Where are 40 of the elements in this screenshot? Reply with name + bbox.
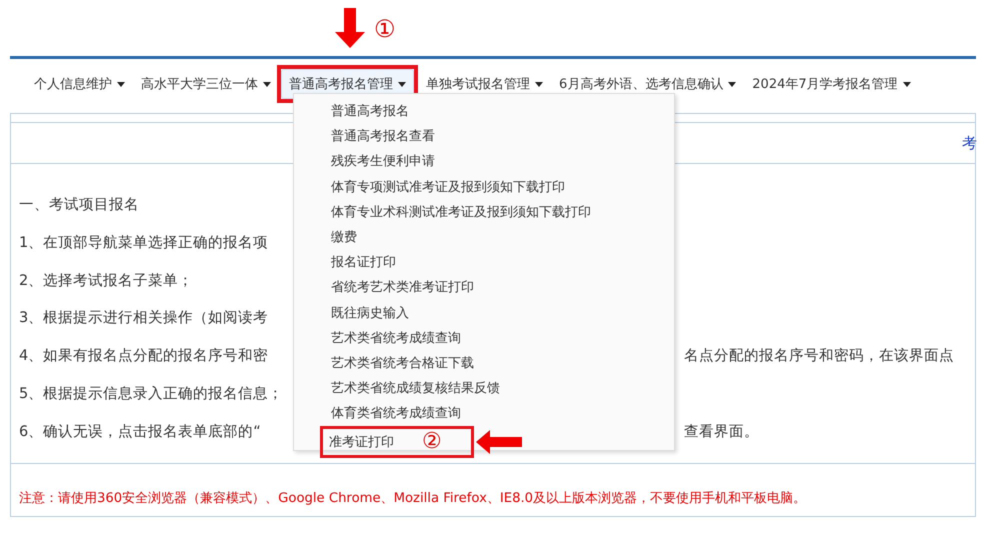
caret-icon bbox=[902, 82, 911, 86]
caret-icon bbox=[535, 82, 543, 86]
left-arrow-icon bbox=[476, 430, 522, 454]
instruction-text: 4、如果有报名点分配的报名序号和密 bbox=[19, 346, 270, 366]
nav-menu-item[interactable]: 6月高考外语、选考信息确认 bbox=[551, 69, 744, 99]
menu-item[interactable]: 残疾考生便利申请 bbox=[329, 149, 674, 175]
caret-icon bbox=[398, 82, 406, 86]
menu-item[interactable]: 艺术类省统考合格证下载 bbox=[329, 350, 674, 376]
menu-item[interactable]: 省统考艺术类准考证打印 bbox=[329, 275, 674, 300]
instruction-text: 查看界面。 bbox=[684, 422, 759, 441]
menu-item[interactable]: 艺术类省统考成绩查询 bbox=[329, 326, 674, 351]
instruction-text: 名点分配的报名序号和密码，在该界面点 bbox=[684, 346, 954, 366]
instruction-text: 5、根据提示信息录入正确的报名信息； bbox=[19, 384, 284, 403]
nav-menu-item[interactable]: 高水平大学三位一体 bbox=[133, 69, 279, 99]
menu-item[interactable]: 体育专业术科测试准考证及报到须知下载打印 bbox=[329, 200, 674, 225]
instruction-text: 6、确认无误，点击报名表单底部的“ bbox=[19, 422, 262, 441]
nav-menu-item[interactable]: 个人信息维护 bbox=[26, 69, 133, 99]
menu-item[interactable]: 体育类省统考成绩查询 bbox=[329, 401, 674, 426]
instruction-text: 一、考试项目报名 bbox=[19, 196, 140, 214]
instruction-text: 2、选择考试报名子菜单； bbox=[19, 272, 194, 290]
menu-item[interactable]: 体育专项测试准考证及报到须知下载打印 bbox=[329, 174, 674, 200]
caret-icon bbox=[263, 82, 271, 86]
nav-menu-item[interactable]: 单独考试报名管理 bbox=[418, 69, 551, 99]
menu-item[interactable]: 艺术类省统成绩复核结果反馈 bbox=[329, 376, 674, 402]
down-arrow-icon bbox=[335, 8, 365, 48]
caret-icon bbox=[728, 82, 736, 86]
menu-item[interactable]: 普通高考报名查看 bbox=[329, 124, 674, 150]
link[interactable]: 考 bbox=[962, 134, 977, 152]
menu-item[interactable]: 准考证打印 bbox=[329, 430, 394, 456]
step-marker: ① bbox=[374, 16, 396, 42]
step-marker: ② bbox=[422, 429, 442, 456]
caret-icon bbox=[117, 82, 125, 86]
menu-item[interactable]: 报名证打印 bbox=[329, 250, 674, 276]
menu-item[interactable]: 缴费 bbox=[329, 224, 674, 250]
instruction-text: 1、在顶部导航菜单选择正确的报名项 bbox=[19, 234, 270, 252]
notice-text: 注意：请使用360安全浏览器（兼容模式）、Google Chrome、Mozilla Firefox、IE8.0及以上版本浏览器，不要使用手机和平板电脑。 bbox=[19, 490, 806, 508]
menu-item[interactable]: 既往病史输入 bbox=[329, 300, 674, 326]
instruction-text: 3、根据提示进行相关操作（如阅读考 bbox=[19, 309, 270, 328]
nav-menu-item[interactable]: 2024年7月学考报名管理 bbox=[744, 69, 919, 99]
menu-item[interactable]: 普通高考报名 bbox=[329, 99, 674, 124]
